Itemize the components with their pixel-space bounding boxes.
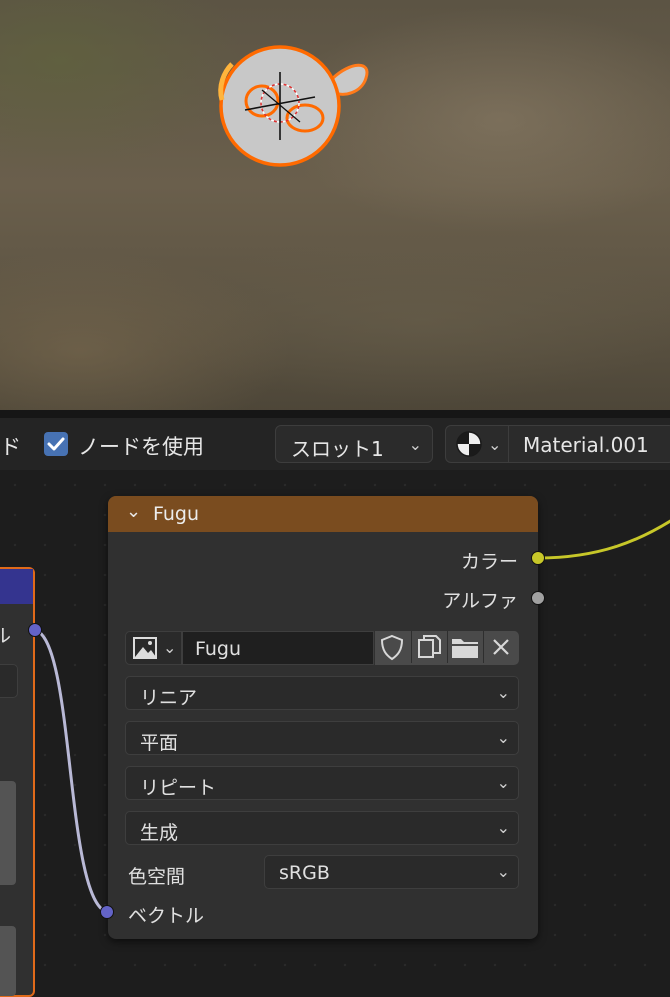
selected-object[interactable] [0,0,670,412]
close-icon [493,639,509,655]
alpha-output-socket[interactable] [531,591,545,605]
node-header[interactable]: ⌄ Fugu [108,496,538,532]
material-sphere-icon [456,431,482,457]
image-selector[interactable]: ⌄ Fugu [125,631,519,665]
color-output-label: カラー [460,551,518,573]
header-partial-label: ド [0,435,21,459]
interpolation-dropdown[interactable]: リニア ⌄ [125,676,519,710]
chevron-down-icon: ⌄ [163,638,177,657]
vector-output-socket[interactable] [28,623,42,637]
chevron-down-icon: ⌄ [496,862,510,881]
chevron-down-icon: ⌄ [496,728,510,747]
image-texture-node[interactable]: ⌄ Fugu カラー アルファ ⌄ Fugu リニア ⌄ 平面 ⌄ リピート ⌄… [108,496,538,939]
checkmark-icon [47,437,65,451]
projection-value: 平面 [140,732,179,754]
chevron-down-icon: ⌄ [496,773,510,792]
unlink-image-button[interactable] [483,631,517,663]
use-nodes-label[interactable]: ノードを使用 [78,431,204,461]
source-dropdown[interactable]: 生成 ⌄ [125,811,519,845]
area-divider[interactable] [0,410,670,418]
material-browse-button[interactable]: ⌄ [446,426,509,462]
slot-label: スロット1 [291,437,384,461]
new-image-button[interactable] [411,631,445,663]
node-header [0,569,33,604]
material-selector[interactable]: ⌄ Material.001 [445,425,670,463]
use-nodes-checkbox[interactable] [44,432,68,456]
color-space-dropdown[interactable]: sRGB ⌄ [264,855,519,889]
open-image-button[interactable] [447,631,481,663]
image-icon [133,637,157,659]
vector-input-label: ベクトル [128,905,205,927]
projection-dropdown[interactable]: 平面 ⌄ [125,721,519,755]
color-space-label: 色空間 [128,866,186,888]
image-browse-button[interactable]: ⌄ [125,631,182,665]
vector-field-group[interactable] [0,781,16,885]
vector-input-socket[interactable] [100,905,114,919]
duplicate-icon [418,635,441,658]
source-value: 生成 [140,822,179,844]
vector-field-group[interactable] [0,926,16,996]
alpha-output-label: アルファ [442,590,518,612]
extension-dropdown[interactable]: リピート ⌄ [125,766,519,800]
slot-dropdown[interactable]: スロット1 ⌄ [275,425,433,463]
image-name: Fugu [195,638,242,660]
fake-user-button[interactable] [375,631,409,663]
collapse-chevron-icon[interactable]: ⌄ [126,501,141,522]
node-dropdown[interactable] [0,664,18,698]
chevron-down-icon: ⌄ [408,435,422,454]
interpolation-value: リニア [140,687,198,709]
shield-icon [380,634,404,661]
chevron-down-icon: ⌄ [496,683,510,702]
color-space-value: sRGB [279,862,330,884]
extension-value: リピート [140,777,217,799]
folder-icon [452,639,478,658]
color-output-socket[interactable] [531,551,545,565]
3d-viewport[interactable] [0,0,670,412]
image-actions [375,631,519,665]
chevron-down-icon: ⌄ [488,435,502,454]
chevron-down-icon: ⌄ [496,818,510,837]
output-socket-label: ル [0,625,12,647]
node-title: Fugu [153,503,200,525]
image-name-field[interactable]: Fugu [182,631,374,665]
material-name[interactable]: Material.001 [523,433,649,457]
